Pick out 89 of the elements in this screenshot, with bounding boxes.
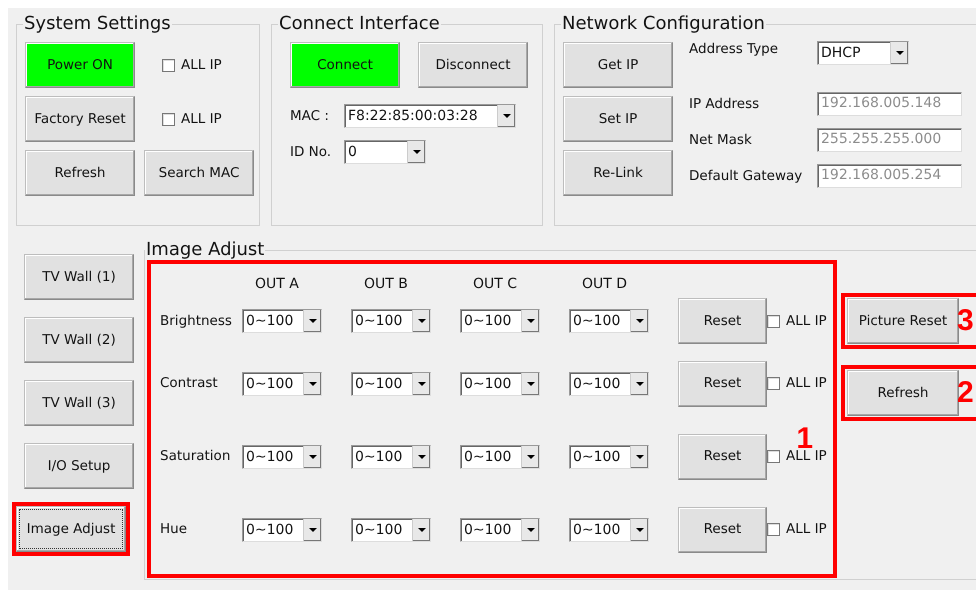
- caret-icon: [308, 528, 316, 532]
- caret-icon: [418, 454, 426, 458]
- group-title: System Settings: [23, 14, 172, 34]
- field-label: IP Address: [689, 94, 760, 114]
- annotation-number: 3: [957, 306, 974, 336]
- caret-icon: [526, 454, 534, 458]
- button[interactable]: Factory Reset: [25, 96, 135, 142]
- caret-icon: [526, 382, 534, 386]
- checkbox[interactable]: [162, 112, 175, 126]
- dropdown[interactable]: 0~100: [460, 518, 540, 542]
- column-header: OUT A: [254, 275, 300, 294]
- caret-icon: [308, 382, 316, 386]
- checkbox-label: ALL IP: [786, 520, 827, 540]
- group-title: Connect Interface: [278, 14, 441, 34]
- row-label: Saturation: [160, 447, 230, 466]
- button[interactable]: Reset: [678, 506, 767, 552]
- row-label: Hue: [160, 520, 188, 540]
- button[interactable]: Reset: [678, 360, 767, 406]
- column-header: OUT D: [581, 275, 628, 294]
- caret-icon: [418, 319, 426, 323]
- field-label: Default Gateway: [689, 166, 804, 186]
- dropdown[interactable]: 0: [344, 140, 426, 164]
- caret-icon: [418, 528, 426, 532]
- dropdown[interactable]: 0~100: [460, 444, 540, 468]
- button[interactable]: TV Wall (1): [24, 254, 134, 300]
- dropdown[interactable]: 0~100: [460, 372, 540, 396]
- button[interactable]: Refresh: [847, 370, 959, 416]
- dropdown[interactable]: 0~100: [242, 444, 322, 468]
- checkbox-label: ALL IP: [786, 312, 827, 331]
- checkbox-label: ALL IP: [181, 110, 222, 129]
- button[interactable]: Picture Reset: [847, 298, 959, 344]
- caret-icon: [418, 382, 426, 386]
- button[interactable]: Set IP: [563, 96, 673, 142]
- caret-icon: [636, 454, 644, 458]
- checkbox[interactable]: [767, 450, 780, 463]
- annotation-number: 2: [957, 378, 974, 408]
- button[interactable]: Reset: [678, 298, 767, 344]
- field-label: MAC :: [290, 106, 330, 126]
- dropdown[interactable]: 0~100: [242, 372, 322, 396]
- group-title: Image Adjust: [145, 240, 266, 260]
- caret-icon: [502, 114, 510, 118]
- caret-icon: [636, 382, 644, 386]
- checkbox-label: ALL IP: [181, 56, 222, 75]
- column-header: OUT B: [363, 275, 409, 294]
- button[interactable]: Refresh: [25, 150, 135, 196]
- button[interactable]: Get IP: [563, 42, 673, 88]
- row-label: Brightness: [160, 312, 232, 331]
- dropdown[interactable]: 0~100: [242, 309, 322, 333]
- caret-icon: [526, 528, 534, 532]
- row-label: Contrast: [160, 374, 218, 394]
- checkbox-label: ALL IP: [786, 374, 827, 394]
- dropdown[interactable]: 0~100: [569, 309, 649, 333]
- button[interactable]: Connect: [290, 42, 400, 88]
- button[interactable]: I/O Setup: [24, 443, 134, 489]
- button[interactable]: Image Adjust: [16, 506, 126, 552]
- checkbox[interactable]: [767, 523, 780, 536]
- caret-icon: [896, 51, 904, 55]
- button[interactable]: Re-Link: [563, 150, 673, 196]
- dropdown[interactable]: 0~100: [351, 518, 431, 542]
- dropdown[interactable]: 0~100: [569, 372, 649, 396]
- dropdown[interactable]: 0~100: [569, 518, 649, 542]
- button[interactable]: Reset: [678, 434, 767, 480]
- caret-icon: [308, 454, 316, 458]
- dropdown[interactable]: 0~100: [351, 309, 431, 333]
- dropdown[interactable]: 0~100: [569, 444, 649, 468]
- button[interactable]: TV Wall (2): [24, 317, 134, 363]
- dropdown[interactable]: 0~100: [460, 309, 540, 333]
- caret-icon: [412, 150, 420, 154]
- checkbox[interactable]: [162, 58, 175, 72]
- button[interactable]: TV Wall (3): [24, 380, 134, 426]
- checkbox[interactable]: [767, 377, 780, 390]
- caret-icon: [308, 319, 316, 323]
- column-header: OUT C: [472, 275, 518, 294]
- field-label: Net Mask: [689, 130, 753, 150]
- caret-icon: [636, 528, 644, 532]
- dropdown[interactable]: 0~100: [351, 372, 431, 396]
- checkbox[interactable]: [767, 314, 780, 328]
- dropdown[interactable]: 0~100: [351, 444, 431, 468]
- dropdown[interactable]: 0~100: [242, 518, 322, 542]
- dropdown[interactable]: DHCP: [817, 41, 909, 65]
- group-title: Network Configuration: [561, 14, 766, 34]
- button[interactable]: Search MAC: [144, 150, 254, 196]
- caret-icon: [526, 319, 534, 323]
- button[interactable]: Power ON: [25, 42, 135, 88]
- dropdown[interactable]: F8:22:85:00:03:28: [344, 104, 516, 128]
- button[interactable]: Disconnect: [418, 42, 528, 88]
- field-label: ID No.: [290, 142, 332, 162]
- caret-icon: [636, 319, 644, 323]
- field-label: Address Type: [689, 40, 780, 59]
